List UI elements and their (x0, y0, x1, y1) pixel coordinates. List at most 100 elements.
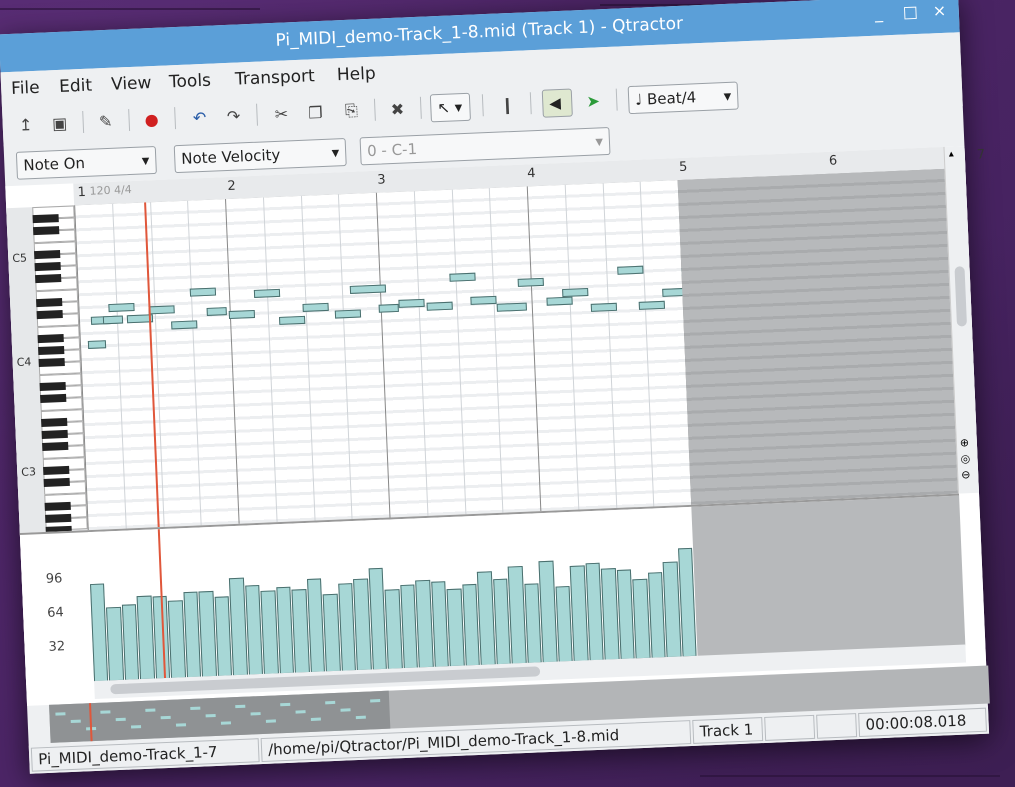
midi-note[interactable] (590, 302, 618, 312)
undo-icon[interactable]: ↶ (186, 104, 213, 131)
menu-edit[interactable]: Edit (59, 76, 93, 97)
chevron-down-icon: ▾ (331, 143, 340, 162)
paste-icon[interactable]: ⎘ (338, 97, 365, 124)
piano-black-key[interactable] (42, 441, 69, 451)
midi-note[interactable] (279, 315, 306, 325)
velocity-bar[interactable] (306, 578, 326, 673)
delete-icon[interactable]: ✖ (384, 95, 411, 122)
pointer-tool-button[interactable]: ↖ ▾ (429, 92, 471, 123)
velocity-bar[interactable] (368, 567, 388, 671)
save-as-icon[interactable]: ↥ (12, 111, 39, 138)
copy-icon[interactable]: ❐ (302, 99, 329, 126)
midi-note[interactable] (334, 309, 362, 319)
toolbar-separator (419, 96, 422, 119)
overview-note (280, 702, 291, 707)
midi-note[interactable] (108, 302, 135, 313)
piano-black-key[interactable] (34, 250, 61, 260)
midi-note[interactable] (302, 302, 329, 312)
menu-transport[interactable]: Transport (235, 66, 316, 89)
play-icon[interactable]: ➤ (580, 87, 607, 114)
piano-black-key[interactable] (34, 262, 61, 272)
redo-icon[interactable]: ↷ (220, 102, 247, 129)
menu-help[interactable]: Help (337, 64, 377, 86)
piano-black-key[interactable] (36, 298, 63, 308)
midi-note[interactable] (496, 302, 527, 312)
menu-tools[interactable]: Tools (169, 71, 212, 93)
grid-line (602, 183, 617, 509)
piano-black-key[interactable] (39, 381, 66, 392)
midi-note[interactable] (206, 307, 227, 316)
scroll-up-icon[interactable]: ▴ (949, 149, 954, 160)
event-type-select[interactable]: Note On ▾ (15, 145, 157, 180)
cut-icon[interactable]: ✂ (268, 100, 295, 127)
piano-black-key[interactable] (40, 393, 67, 404)
midi-note[interactable] (189, 287, 217, 297)
zoom-out-icon[interactable]: ⊖ (961, 468, 971, 481)
step-input-icon: ◀ (548, 93, 562, 113)
piano-black-key[interactable] (43, 477, 70, 487)
midi-note[interactable] (171, 320, 198, 330)
midi-note[interactable] (617, 265, 644, 275)
midi-note[interactable] (638, 300, 665, 310)
overview-note (340, 708, 351, 712)
midi-note[interactable] (562, 287, 589, 298)
note-grid[interactable] (74, 180, 712, 531)
minimize-button[interactable]: _ (874, 3, 883, 22)
zoom-in-icon[interactable]: ⊕ (960, 436, 970, 449)
overview-note (175, 723, 187, 727)
menu-file[interactable]: File (11, 78, 40, 99)
note-field[interactable]: 0 - C-1 ▾ (359, 126, 611, 166)
piano-black-key[interactable] (44, 501, 71, 511)
grid-line (639, 181, 655, 507)
menu-view[interactable]: View (111, 73, 152, 95)
maximize-button[interactable]: □ (902, 2, 918, 22)
bar-number: 3 (377, 172, 386, 188)
midi-note[interactable] (546, 296, 573, 306)
velocity-bars[interactable] (87, 506, 698, 683)
grid-line (262, 197, 278, 523)
piano-black-key[interactable] (45, 513, 72, 523)
midi-note[interactable] (148, 305, 175, 315)
octave-label: C5 (12, 251, 28, 266)
midi-note[interactable] (87, 340, 107, 349)
save-icon[interactable]: ▣ (46, 109, 73, 136)
event-type-value: Note On (23, 153, 86, 175)
midi-note[interactable] (102, 315, 124, 325)
piano-black-key[interactable] (32, 214, 59, 224)
midi-note[interactable] (228, 309, 256, 320)
piano-black-key[interactable] (41, 417, 68, 427)
event-param-select[interactable]: Note Velocity ▾ (173, 137, 347, 174)
overview-note (160, 715, 171, 720)
midi-note[interactable] (517, 277, 544, 287)
piano-black-key[interactable] (36, 310, 63, 320)
piano-black-key[interactable] (38, 357, 65, 368)
grid-line (187, 200, 202, 526)
midi-note[interactable] (349, 284, 387, 294)
midi-note[interactable] (449, 272, 476, 282)
velocity-bar[interactable] (507, 565, 527, 665)
edit-icon[interactable]: ✎ (92, 107, 119, 134)
piano-black-key[interactable] (33, 226, 60, 236)
close-button[interactable]: × (932, 1, 946, 21)
piano-black-key[interactable] (43, 465, 70, 475)
overview-note (325, 700, 336, 705)
velocity-bar[interactable] (90, 583, 109, 683)
midi-note[interactable] (426, 301, 453, 311)
velocity-bar[interactable] (538, 560, 558, 664)
midi-note[interactable] (378, 303, 399, 313)
velocity-tick-label: 64 (46, 605, 65, 621)
zoom-reset-icon[interactable]: ◎ (960, 452, 970, 465)
midi-note[interactable] (253, 288, 281, 298)
piano-black-key[interactable] (35, 274, 62, 284)
midi-note[interactable] (470, 295, 497, 305)
snap-select[interactable]: ♩ Beat/4 ▾ (627, 81, 739, 115)
properties-icon[interactable]: ❙ (494, 91, 521, 118)
piano-black-key[interactable] (37, 333, 64, 344)
velocity-bar[interactable] (106, 606, 125, 682)
step-input-button[interactable]: ◀ (541, 88, 573, 118)
piano-black-key[interactable] (41, 429, 68, 439)
piano-black-key[interactable] (38, 345, 65, 356)
midi-note[interactable] (398, 298, 425, 308)
record-icon[interactable]: ● (138, 106, 165, 133)
scroll-thumb[interactable] (954, 266, 967, 327)
